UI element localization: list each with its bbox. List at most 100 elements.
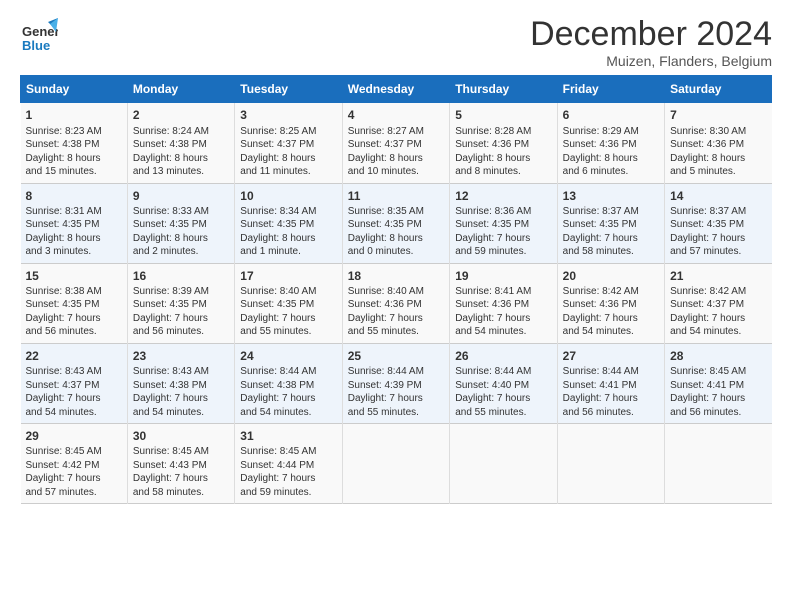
cell-info: Daylight: 8 hours	[240, 152, 336, 166]
day-number: 24	[240, 348, 336, 364]
cell-info: Daylight: 7 hours	[348, 392, 444, 406]
calendar-cell: 2Sunrise: 8:24 AMSunset: 4:38 PMDaylight…	[127, 103, 234, 183]
calendar-cell: 24Sunrise: 8:44 AMSunset: 4:38 PMDayligh…	[235, 343, 342, 423]
calendar-cell: 26Sunrise: 8:44 AMSunset: 4:40 PMDayligh…	[450, 343, 557, 423]
logo-icon: General Blue	[20, 16, 58, 54]
cell-info: Sunrise: 8:40 AM	[348, 285, 444, 299]
cell-info: Sunset: 4:37 PM	[670, 298, 766, 312]
cell-info: and 56 minutes.	[133, 325, 229, 339]
calendar-cell: 18Sunrise: 8:40 AMSunset: 4:36 PMDayligh…	[342, 263, 449, 343]
day-number: 16	[133, 268, 229, 284]
cell-info: Sunset: 4:35 PM	[240, 218, 336, 232]
day-number: 4	[348, 107, 444, 123]
cell-info: Sunset: 4:35 PM	[348, 218, 444, 232]
main-container: General Blue December 2024 Muizen, Fland…	[0, 0, 792, 514]
cell-info: Sunrise: 8:37 AM	[670, 205, 766, 219]
cell-info: Sunrise: 8:45 AM	[670, 365, 766, 379]
day-number: 12	[455, 188, 551, 204]
week-row-4: 22Sunrise: 8:43 AMSunset: 4:37 PMDayligh…	[21, 343, 772, 423]
cell-info: Sunrise: 8:45 AM	[26, 445, 122, 459]
cell-info: and 55 minutes.	[240, 325, 336, 339]
cell-info: and 58 minutes.	[133, 486, 229, 500]
calendar-cell	[342, 424, 449, 504]
cell-info: Sunset: 4:35 PM	[455, 218, 551, 232]
cell-info: Sunset: 4:36 PM	[455, 138, 551, 152]
cell-info: and 56 minutes.	[670, 406, 766, 420]
cell-info: Sunrise: 8:27 AM	[348, 125, 444, 139]
calendar-cell: 27Sunrise: 8:44 AMSunset: 4:41 PMDayligh…	[557, 343, 664, 423]
cell-info: Daylight: 7 hours	[240, 472, 336, 486]
cell-info: Sunrise: 8:44 AM	[455, 365, 551, 379]
cell-info: Daylight: 7 hours	[133, 472, 229, 486]
day-number: 23	[133, 348, 229, 364]
cell-info: Sunrise: 8:37 AM	[563, 205, 659, 219]
cell-info: and 54 minutes.	[563, 325, 659, 339]
cell-info: Daylight: 7 hours	[670, 392, 766, 406]
day-number: 19	[455, 268, 551, 284]
cell-info: and 11 minutes.	[240, 165, 336, 179]
cell-info: Sunset: 4:35 PM	[26, 298, 122, 312]
cell-info: and 8 minutes.	[455, 165, 551, 179]
calendar-cell: 11Sunrise: 8:35 AMSunset: 4:35 PMDayligh…	[342, 183, 449, 263]
calendar-cell: 5Sunrise: 8:28 AMSunset: 4:36 PMDaylight…	[450, 103, 557, 183]
calendar-cell: 1Sunrise: 8:23 AMSunset: 4:38 PMDaylight…	[21, 103, 128, 183]
cell-info: Sunrise: 8:42 AM	[563, 285, 659, 299]
day-number: 6	[563, 107, 659, 123]
week-row-3: 15Sunrise: 8:38 AMSunset: 4:35 PMDayligh…	[21, 263, 772, 343]
calendar-cell: 3Sunrise: 8:25 AMSunset: 4:37 PMDaylight…	[235, 103, 342, 183]
day-number: 5	[455, 107, 551, 123]
day-number: 8	[26, 188, 122, 204]
calendar-table: SundayMondayTuesdayWednesdayThursdayFrid…	[20, 75, 772, 504]
calendar-cell: 15Sunrise: 8:38 AMSunset: 4:35 PMDayligh…	[21, 263, 128, 343]
cell-info: Daylight: 8 hours	[133, 152, 229, 166]
cell-info: and 2 minutes.	[133, 245, 229, 259]
calendar-cell: 19Sunrise: 8:41 AMSunset: 4:36 PMDayligh…	[450, 263, 557, 343]
cell-info: Daylight: 7 hours	[455, 392, 551, 406]
cell-info: Daylight: 7 hours	[26, 392, 122, 406]
calendar-cell	[557, 424, 664, 504]
cell-info: Daylight: 8 hours	[455, 152, 551, 166]
svg-text:Blue: Blue	[22, 38, 50, 53]
header-cell-friday: Friday	[557, 76, 664, 103]
calendar-cell: 29Sunrise: 8:45 AMSunset: 4:42 PMDayligh…	[21, 424, 128, 504]
cell-info: Sunset: 4:37 PM	[348, 138, 444, 152]
page-title: December 2024	[530, 16, 772, 53]
cell-info: Daylight: 7 hours	[26, 312, 122, 326]
cell-info: Sunrise: 8:42 AM	[670, 285, 766, 299]
cell-info: and 54 minutes.	[670, 325, 766, 339]
cell-info: Daylight: 7 hours	[670, 232, 766, 246]
cell-info: Daylight: 7 hours	[348, 312, 444, 326]
cell-info: Sunset: 4:39 PM	[348, 379, 444, 393]
cell-info: Sunrise: 8:35 AM	[348, 205, 444, 219]
cell-info: Daylight: 8 hours	[670, 152, 766, 166]
cell-info: and 54 minutes.	[240, 406, 336, 420]
calendar-cell: 31Sunrise: 8:45 AMSunset: 4:44 PMDayligh…	[235, 424, 342, 504]
cell-info: and 55 minutes.	[348, 406, 444, 420]
calendar-cell: 12Sunrise: 8:36 AMSunset: 4:35 PMDayligh…	[450, 183, 557, 263]
cell-info: Daylight: 7 hours	[133, 392, 229, 406]
cell-info: Sunset: 4:38 PM	[133, 379, 229, 393]
header-cell-saturday: Saturday	[665, 76, 772, 103]
calendar-cell	[450, 424, 557, 504]
cell-info: Sunset: 4:41 PM	[563, 379, 659, 393]
cell-info: Daylight: 7 hours	[240, 392, 336, 406]
cell-info: Sunset: 4:44 PM	[240, 459, 336, 473]
week-row-2: 8Sunrise: 8:31 AMSunset: 4:35 PMDaylight…	[21, 183, 772, 263]
calendar-cell: 13Sunrise: 8:37 AMSunset: 4:35 PMDayligh…	[557, 183, 664, 263]
cell-info: and 56 minutes.	[26, 325, 122, 339]
page-subtitle: Muizen, Flanders, Belgium	[530, 53, 772, 69]
week-row-1: 1Sunrise: 8:23 AMSunset: 4:38 PMDaylight…	[21, 103, 772, 183]
cell-info: and 3 minutes.	[26, 245, 122, 259]
day-number: 7	[670, 107, 766, 123]
calendar-cell: 20Sunrise: 8:42 AMSunset: 4:36 PMDayligh…	[557, 263, 664, 343]
calendar-cell: 25Sunrise: 8:44 AMSunset: 4:39 PMDayligh…	[342, 343, 449, 423]
cell-info: and 15 minutes.	[26, 165, 122, 179]
day-number: 21	[670, 268, 766, 284]
cell-info: Sunset: 4:37 PM	[240, 138, 336, 152]
cell-info: Daylight: 7 hours	[455, 312, 551, 326]
week-row-5: 29Sunrise: 8:45 AMSunset: 4:42 PMDayligh…	[21, 424, 772, 504]
cell-info: and 5 minutes.	[670, 165, 766, 179]
cell-info: and 59 minutes.	[455, 245, 551, 259]
day-number: 29	[26, 428, 122, 444]
cell-info: and 59 minutes.	[240, 486, 336, 500]
